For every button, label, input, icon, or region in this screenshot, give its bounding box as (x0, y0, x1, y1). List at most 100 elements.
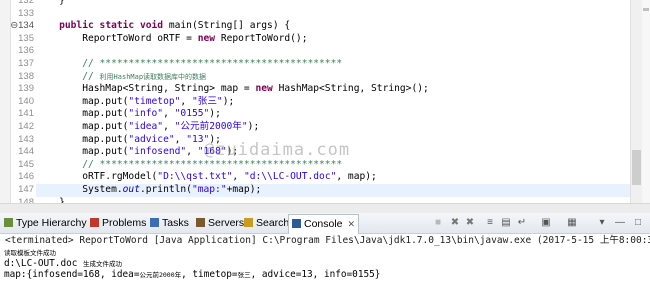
code-token: , (163, 108, 175, 120)
code-token: "D:\\qst.txt" (157, 171, 233, 183)
console-output-text: , timetop= (181, 269, 238, 280)
open-console-icon[interactable]: ▦ (566, 217, 578, 229)
tasks-icon (150, 218, 159, 227)
code-line[interactable]: map.put("idea", "公元前2000年"); (36, 121, 634, 134)
console-output-text: 读取模板文件成功 (4, 249, 56, 257)
console-output-line: d:\LC-OUT.doc 生成文件成功 (0, 258, 650, 269)
code-token: , (174, 133, 187, 145)
display-selected-icon[interactable]: ▣ (540, 217, 552, 229)
tab-problems[interactable]: Problems (90, 216, 146, 231)
console-view-tab-bar: Type Hierarchy Problems Tasks Servers Search… (0, 213, 650, 234)
code-line-current[interactable]: System.out.println("map:"+map); (36, 183, 634, 197)
overview-ruler[interactable] (642, 0, 650, 203)
code-token: out (122, 183, 140, 195)
code-token: ); (247, 120, 260, 132)
line-number: ⊖134 (10, 20, 34, 32)
tab-console[interactable]: Console ✕ (288, 214, 360, 234)
code-token: ); (209, 108, 221, 120)
terminate-icon[interactable]: ■ (432, 217, 444, 229)
scroll-lock-icon[interactable]: ≡ (484, 217, 496, 229)
code-line[interactable] (36, 8, 634, 21)
line-number: 143 (18, 133, 34, 145)
code-line[interactable]: map.put("info", "0155"); (36, 108, 634, 121)
servers-icon (196, 218, 205, 227)
code-token: "info" (128, 108, 164, 120)
code-line[interactable]: // *************************************… (36, 159, 634, 172)
code-token: ReportToWord(); (215, 32, 308, 44)
line-number: 137 (18, 57, 34, 69)
console-launch-status: <terminated> ReportToWord [Java Applicat… (5, 235, 650, 246)
code-token: } (36, 0, 65, 6)
code-line[interactable]: HashMap<String, String> map = new HashMa… (36, 83, 634, 96)
line-number-ruler: 132 133 ⊖134 135 136 137 138 139 140 141 142 143 144… (10, 0, 36, 203)
code-line[interactable]: } (36, 0, 634, 8)
code-token: "d:\\LC-OUT.doc" (243, 171, 337, 183)
console-output-text: map:{infosend=168, idea= (4, 269, 140, 280)
code-token: map.put( (36, 108, 129, 120)
tab-label: Problems (102, 217, 147, 229)
code-token: // (36, 70, 100, 82)
type-hierarchy-icon (4, 218, 13, 227)
line-number: 135 (18, 32, 34, 44)
tab-label: Search (256, 217, 290, 229)
code-line[interactable]: // *************************************… (36, 58, 634, 71)
code-token: "张三" (191, 95, 223, 107)
line-number: 145 (18, 158, 34, 170)
code-line[interactable]: // 利用HashMap读取数据库中的数据 (36, 71, 634, 84)
editor-horizontal-scrollbar[interactable] (0, 203, 650, 213)
code-token: System. (36, 183, 123, 195)
close-icon[interactable]: ✕ (348, 219, 356, 229)
code-line[interactable]: ReportToWord oRTF = new ReportToWord(); (36, 33, 634, 46)
code-token: "timetop" (128, 95, 181, 107)
editor-vertical-scrollbar[interactable] (630, 0, 642, 203)
console-icon (292, 219, 301, 228)
code-token: new (197, 32, 216, 44)
tab-servers[interactable]: Servers (196, 216, 244, 231)
console-output-line: 读取模板文件成功 (0, 247, 650, 258)
code-token: map.put( (36, 146, 129, 158)
code-token: main(String[] args) { (163, 20, 291, 32)
view-menu-icon[interactable]: ▾ (596, 217, 608, 229)
console-output-text: 张三 (237, 271, 251, 279)
code-editor[interactable]: 132 133 ⊖134 135 136 137 138 139 140 141 142 143 144… (0, 0, 650, 203)
line-number: 144 (18, 146, 34, 158)
console-output-line: map:{infosend=168, idea=公元前2000年, timeto… (0, 269, 650, 280)
scrollbar-thumb[interactable] (632, 150, 641, 185)
tab-tasks[interactable]: Tasks (150, 216, 189, 231)
maximize-icon[interactable]: □ (632, 217, 644, 229)
code-line[interactable] (36, 45, 634, 58)
word-wrap-icon[interactable]: ↵ (516, 217, 528, 229)
code-token: oRTF.rgModel( (36, 171, 158, 183)
code-token: ); (222, 95, 235, 107)
minimize-icon[interactable]: — (614, 217, 626, 229)
line-number: 132 (18, 0, 34, 6)
console-output-text: 生成文件成功 (83, 260, 123, 268)
console-output[interactable]: 读取模板文件成功 d:\LC-OUT.doc 生成文件成功 map:{infosen… (0, 247, 650, 304)
pin-console-icon[interactable]: ▤ (500, 217, 512, 229)
code-token: , (186, 146, 198, 158)
tab-label: Tasks (162, 217, 189, 229)
overview-ruler-marker[interactable] (643, 8, 649, 11)
code-token: new (255, 83, 273, 95)
code-area[interactable]: } public static void main(String[] args)… (36, 0, 634, 203)
code-line[interactable]: oRTF.rgModel("D:\\qst.txt", "d:\\LC-OUT.… (36, 171, 634, 184)
code-line[interactable]: public static void main(String[] args) { (36, 20, 634, 33)
code-token: "idea" (128, 120, 164, 132)
code-token: , (232, 171, 244, 183)
tab-type-hierarchy[interactable]: Type Hierarchy (4, 216, 87, 231)
code-token: "0155" (174, 108, 210, 120)
code-token: HashMap<String, String> map = (36, 83, 256, 95)
line-number: 146 (18, 171, 34, 183)
line-number: 138 (18, 70, 34, 82)
remove-launch-icon[interactable]: ✖ (449, 217, 461, 229)
tab-search[interactable]: Search (244, 216, 289, 231)
tab-label: Type Hierarchy (16, 217, 87, 229)
line-number: 140 (18, 95, 34, 107)
code-token: map.put( (36, 120, 129, 132)
code-token: "公元前2000年" (174, 120, 248, 132)
code-token: ReportToWord oRTF = (36, 32, 198, 44)
remove-all-icon[interactable]: ✖ (464, 217, 476, 229)
console-output-text: 公元前2000年 (139, 271, 182, 279)
code-line[interactable]: map.put("timetop", "张三"); (36, 96, 634, 109)
